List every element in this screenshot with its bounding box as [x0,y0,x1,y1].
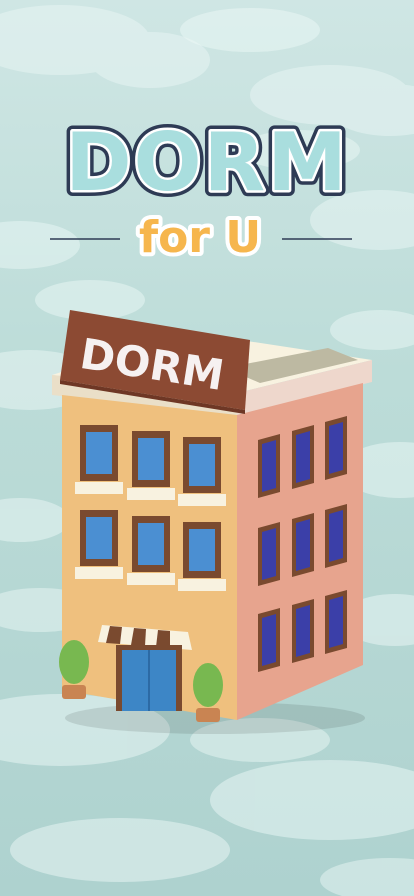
splash-screen: DORM DORM DORM for U for U DORM [0,0,414,896]
app-logo: DORM DORM DORM for U for U [0,0,414,300]
app-title: DORM [65,116,349,209]
entrance-door [116,645,182,711]
dorm-building-illustration: DORM [52,310,372,734]
potted-plant-right [193,663,223,722]
app-subtitle: for U [139,212,261,263]
side-windows [258,416,347,672]
potted-plant-left [59,640,89,699]
